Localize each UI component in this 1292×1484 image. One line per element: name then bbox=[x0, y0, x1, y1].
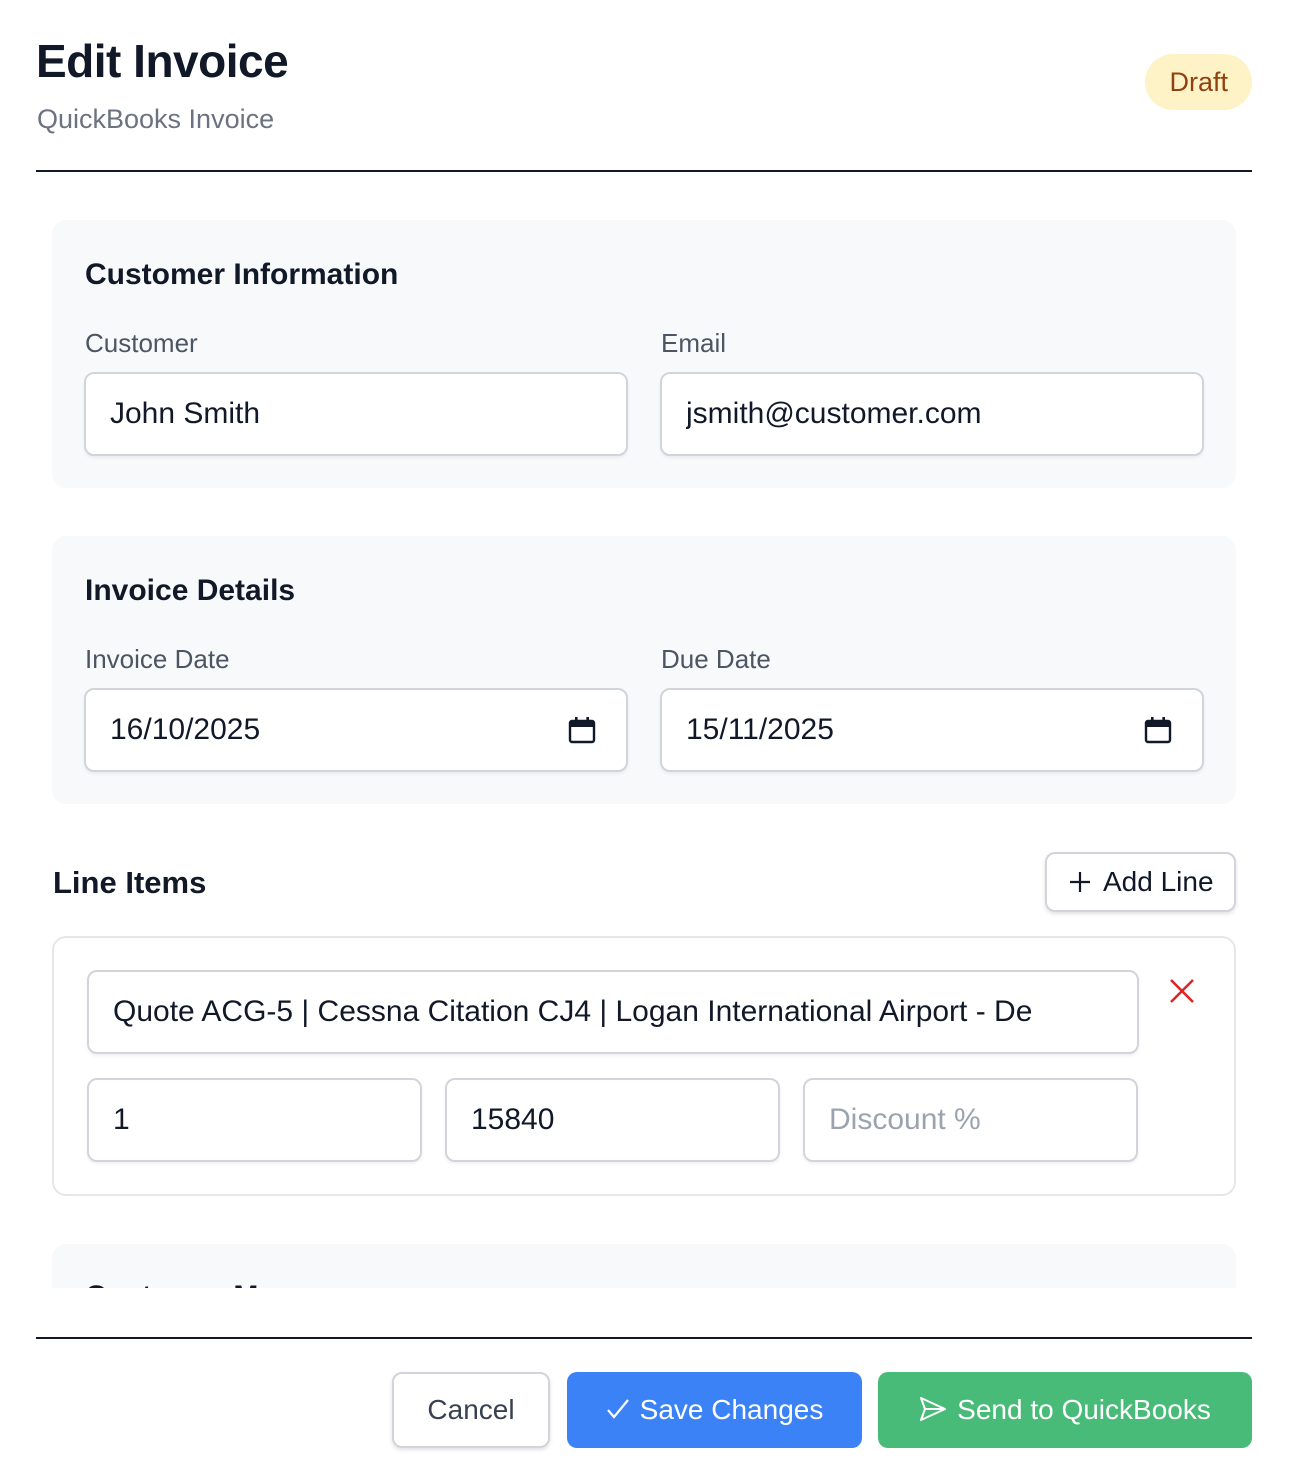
due-date-label: Due Date bbox=[661, 644, 771, 674]
line-discount-placeholder: Discount % bbox=[829, 1103, 981, 1136]
save-changes-button[interactable]: Save Changes bbox=[567, 1372, 862, 1448]
email-value: jsmith@customer.com bbox=[686, 397, 982, 430]
line-rate-value: 15840 bbox=[471, 1103, 555, 1136]
save-label: Save Changes bbox=[639, 1394, 824, 1425]
line-rate-field[interactable]: 15840 bbox=[445, 1078, 780, 1162]
customer-info-title: Customer Information bbox=[85, 258, 399, 291]
invoice-date-label: Invoice Date bbox=[85, 644, 230, 674]
page-subtitle: QuickBooks Invoice bbox=[37, 104, 275, 134]
line-quantity-field[interactable]: 1 bbox=[87, 1078, 422, 1162]
customer-memo-title: Customer M bbox=[85, 1280, 258, 1288]
customer-label: Customer bbox=[85, 328, 198, 358]
customer-info-card: Customer Information Customer Email John… bbox=[52, 220, 1236, 488]
cancel-label: Cancel bbox=[427, 1394, 515, 1425]
customer-memo-card: Customer M bbox=[52, 1244, 1236, 1288]
line-item-row: Quote ACG-5 | Cessna Citation CJ4 | Loga… bbox=[52, 936, 1236, 1196]
calendar-icon[interactable] bbox=[568, 716, 596, 744]
invoice-date-value: 16/10/2025 bbox=[110, 713, 261, 746]
due-date-value: 15/11/2025 bbox=[686, 713, 834, 746]
invoice-details-title: Invoice Details bbox=[85, 574, 296, 607]
add-line-label: Add Line bbox=[1103, 866, 1214, 897]
page-header: Edit Invoice QuickBooks Invoice Draft bbox=[36, 30, 1252, 172]
footer-divider bbox=[36, 1337, 1252, 1339]
status-badge: Draft bbox=[1145, 54, 1252, 110]
line-description-value: Quote ACG-5 | Cessna Citation CJ4 | Loga… bbox=[113, 995, 1033, 1028]
invoice-date-field[interactable]: 16/10/2025 bbox=[84, 688, 628, 772]
due-date-field[interactable]: 15/11/2025 bbox=[660, 688, 1204, 772]
invoice-details-card: Invoice Details Invoice Date Due Date 16… bbox=[52, 536, 1236, 804]
send-icon bbox=[920, 1396, 947, 1421]
customer-field[interactable]: John Smith bbox=[84, 372, 628, 456]
email-label: Email bbox=[661, 328, 727, 358]
check-icon bbox=[606, 1398, 629, 1419]
add-line-button[interactable]: Add Line bbox=[1045, 852, 1236, 912]
line-description-field[interactable]: Quote ACG-5 | Cessna Citation CJ4 | Loga… bbox=[87, 970, 1139, 1054]
email-field[interactable]: jsmith@customer.com bbox=[660, 372, 1204, 456]
close-icon[interactable] bbox=[1167, 976, 1197, 1006]
page-title: Edit Invoice bbox=[36, 35, 289, 87]
line-quantity-value: 1 bbox=[113, 1103, 130, 1136]
plus-icon bbox=[1070, 872, 1090, 892]
customer-value: John Smith bbox=[110, 397, 261, 430]
send-to-quickbooks-button[interactable]: Send to QuickBooks bbox=[878, 1372, 1252, 1448]
line-items-title: Line Items bbox=[53, 865, 207, 900]
send-label: Send to QuickBooks bbox=[957, 1394, 1211, 1425]
calendar-icon[interactable] bbox=[1144, 716, 1172, 744]
form-scroll-area[interactable]: Customer Information Customer Email John… bbox=[0, 172, 1292, 1288]
line-discount-field[interactable]: Discount % bbox=[803, 1078, 1138, 1162]
cancel-button[interactable]: Cancel bbox=[392, 1372, 550, 1448]
